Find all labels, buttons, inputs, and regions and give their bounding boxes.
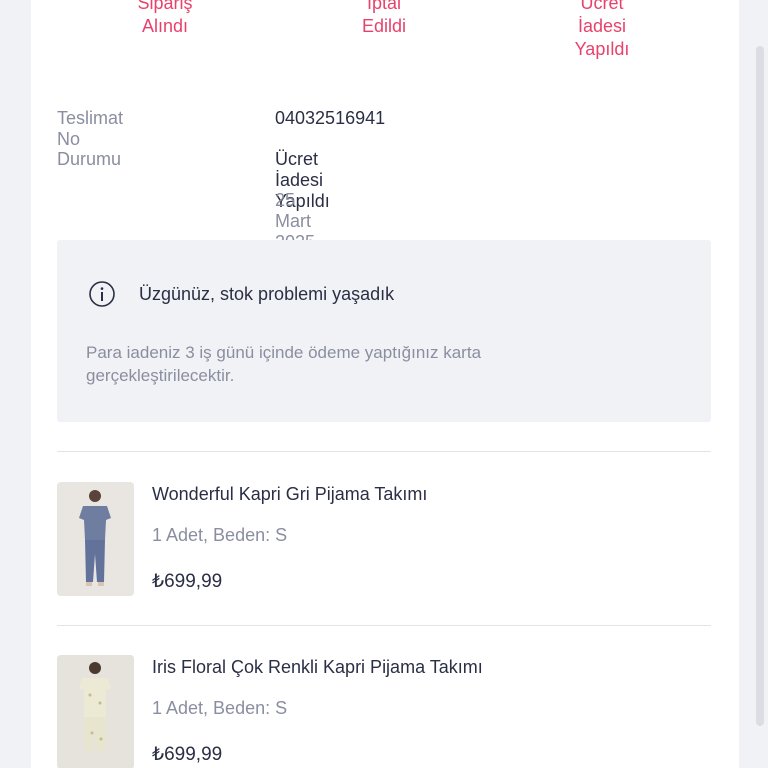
product-name[interactable]: Iris Floral Çok Renkli Kapri Pijama Takı… [152,657,483,678]
info-icon [89,281,115,307]
order-status-steps: Sipariş Alındı İptal Edildi Ücret İadesi… [31,0,739,80]
step-label-line: Ücret [580,0,624,13]
step-label-line: Sipariş [137,0,193,13]
notice-title: Üzgünüz, stok problemi yaşadık [139,284,395,304]
product-image[interactable] [57,482,134,596]
notice-body: Para iadeniz 3 iş günü içinde ödeme yapt… [86,343,482,385]
product-item[interactable]: Iris Floral Çok Renkli Kapri Pijama Takı… [57,655,711,768]
product-price: ₺699,99 [152,744,223,765]
product-name[interactable]: Wonderful Kapri Gri Pijama Takımı [152,484,427,505]
divider [57,625,711,626]
delivery-number-label: Teslimat No [57,108,124,149]
step-order-received: Sipariş Alındı [105,0,225,38]
step-cancelled: İptal Edildi [324,0,444,38]
delivery-number-value: 04032516941 [275,108,386,128]
status-label: Durumu [57,149,122,169]
refund-notice: Üzgünüz, stok problemi yaşadık Para iade… [57,240,711,422]
order-detail-card: Sipariş Alındı İptal Edildi Ücret İadesi… [31,0,739,768]
product-price: ₺699,99 [152,571,223,592]
product-quantity-size: 1 Adet, Beden: S [152,525,288,545]
step-refunded: Ücret İadesi Yapıldı [542,0,662,61]
step-label-line: İadesi [577,16,627,36]
step-label-line: Alındı [141,16,189,36]
product-quantity-size: 1 Adet, Beden: S [152,698,288,718]
step-label-line: İptal [366,0,402,13]
product-image[interactable] [57,655,134,768]
product-item[interactable]: Wonderful Kapri Gri Pijama Takımı 1 Adet… [57,482,711,612]
step-label-line: Yapıldı [574,39,630,59]
scrollbar-thumb[interactable] [756,46,764,726]
step-label-line: Edildi [361,16,407,36]
divider [57,451,711,452]
